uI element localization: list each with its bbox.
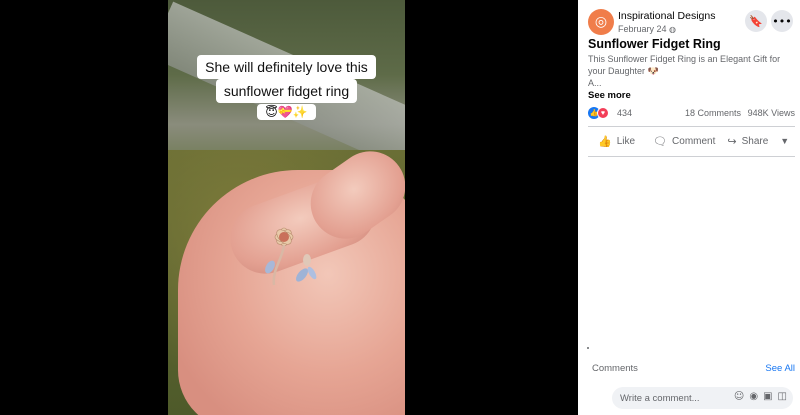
description-text: This Sunflower Fidget Ring is an Elegant… xyxy=(588,54,781,76)
divider xyxy=(588,126,795,127)
comment-label: Comment xyxy=(672,135,716,147)
camera-icon[interactable]: ◉ xyxy=(749,391,758,402)
like-button[interactable]: 👍 Like xyxy=(592,132,641,151)
post-date[interactable]: February 24 xyxy=(618,24,667,34)
video-player[interactable]: She will definitely love this sunflower … xyxy=(168,0,405,415)
post-meta: February 24 ◍ xyxy=(618,24,676,34)
video-area: She will definitely love this sunflower … xyxy=(0,0,578,415)
like-label: Like xyxy=(616,135,636,147)
comments-count[interactable]: 18 Comments xyxy=(685,108,741,118)
post-description: This Sunflower Fidget Ring is an Elegant… xyxy=(588,53,793,89)
comments-label: Comments xyxy=(592,363,638,374)
caption-line: sunflower fidget ring xyxy=(215,79,358,103)
emoji-icon[interactable]: ☺ xyxy=(734,391,744,402)
comment-input-box[interactable]: ☺ ◉ ▣ ◫ xyxy=(612,387,793,409)
post-actions: 👍 Like 🗨 Comment ↪ Share ▼ xyxy=(588,130,795,152)
love-reaction-icon[interactable]: ♥ xyxy=(597,107,609,119)
sunflower-ring-image xyxy=(265,227,317,286)
video-caption: She will definitely love this sunflower … xyxy=(190,55,383,121)
separator-dot xyxy=(587,347,589,349)
share-icon: ↪ xyxy=(727,134,737,148)
see-all-comments-link[interactable]: See All xyxy=(765,363,795,374)
more-options-button[interactable]: ••• xyxy=(771,10,793,32)
page-avatar[interactable]: ◎ xyxy=(588,9,614,35)
description-tail: A... xyxy=(588,78,602,88)
save-button[interactable]: 🔖 xyxy=(745,10,767,32)
see-more-link[interactable]: See more xyxy=(588,90,631,101)
sticker-icon[interactable]: ◫ xyxy=(778,391,787,402)
comment-box-tools: ☺ ◉ ▣ ◫ xyxy=(734,391,787,402)
share-label: Share xyxy=(741,135,769,147)
views-count: 948K Views xyxy=(747,108,795,118)
ring-icon: ◎ xyxy=(594,14,608,30)
post-details-panel: ◎ Inspirational Designs February 24 ◍ 🔖 … xyxy=(578,0,800,415)
divider xyxy=(588,156,795,157)
caption-emoji: 😇💝✨ xyxy=(257,104,316,120)
share-button[interactable]: ↪ Share xyxy=(721,132,774,151)
share-options-dropdown[interactable]: ▼ xyxy=(774,133,795,149)
thumbs-up-icon: 👍 xyxy=(598,134,612,148)
video-post-viewer: She will definitely love this sunflower … xyxy=(0,0,800,415)
caret-down-icon: ▼ xyxy=(780,136,790,146)
comment-button[interactable]: 🗨 Comment xyxy=(647,132,721,151)
post-title: Sunflower Fidget Ring xyxy=(588,37,721,51)
more-icon: ••• xyxy=(772,14,792,28)
caption-line: She will definitely love this xyxy=(197,55,376,79)
reactions-count[interactable]: 434 xyxy=(617,108,632,118)
page-name[interactable]: Inspirational Designs xyxy=(618,10,715,22)
bookmark-icon: 🔖 xyxy=(749,14,763,28)
comment-icon: 🗨 xyxy=(653,134,668,148)
post-stats: 👍 ♥ 434 18 Comments 948K Views xyxy=(588,107,795,121)
gif-icon[interactable]: ▣ xyxy=(763,391,772,402)
globe-icon: ◍ xyxy=(669,25,677,34)
comment-input[interactable] xyxy=(620,391,720,405)
